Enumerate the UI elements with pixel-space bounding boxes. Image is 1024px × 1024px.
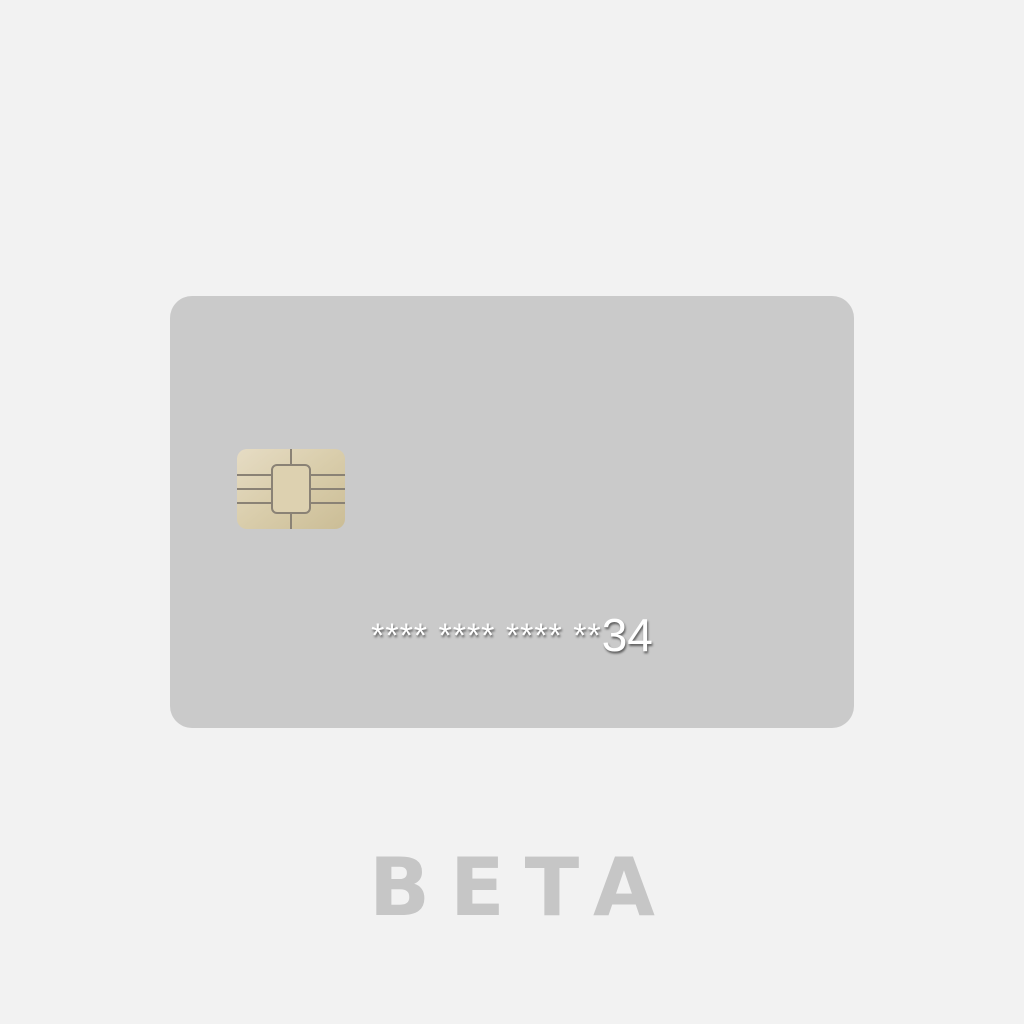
beta-label: BETA bbox=[369, 841, 675, 934]
payment-card[interactable]: **** **** **** **34 bbox=[170, 296, 854, 728]
screen: **** **** **** **34 BETA bbox=[0, 0, 1024, 1024]
card-number-last-digits: 34 bbox=[601, 609, 653, 661]
card-number: **** **** **** **34 bbox=[170, 608, 854, 662]
emv-chip-icon bbox=[237, 449, 345, 529]
card-number-masked: **** **** **** ** bbox=[371, 617, 602, 655]
